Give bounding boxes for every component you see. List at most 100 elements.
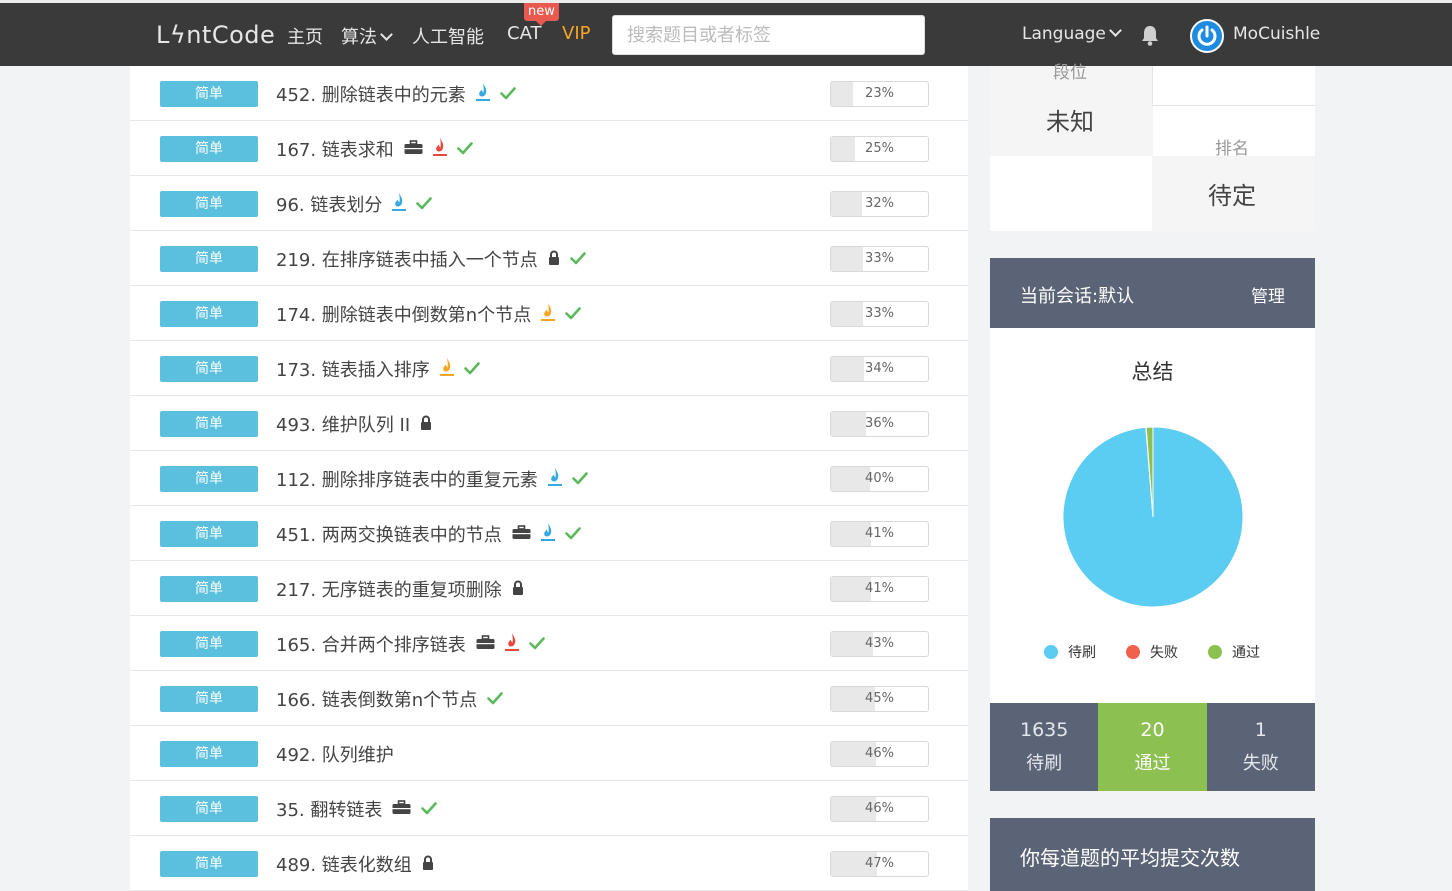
problem-title-link[interactable]: 489. 链表化数组 (276, 851, 434, 877)
flame-blue-icon (475, 82, 490, 107)
tier-value: 未知 (1046, 108, 1094, 136)
acceptance-rate-bar: 45% (830, 686, 929, 712)
problem-title: 167. 链表求和 (276, 140, 394, 161)
problem-title: 35. 翻转链表 (276, 800, 383, 821)
problem-title-link[interactable]: 493. 维护队列 II (276, 411, 432, 437)
check-icon (487, 689, 504, 710)
language-dropdown[interactable]: Language (1022, 24, 1122, 44)
problem-row[interactable]: 简单 112. 删除排序链表中的重复元素 40% (130, 451, 968, 506)
difficulty-badge: 简单 (160, 356, 258, 382)
acceptance-rate-text: 47% (865, 856, 894, 871)
problem-title-link[interactable]: 452. 删除链表中的元素 (276, 81, 516, 107)
problem-title-link[interactable]: 173. 链表插入排序 (276, 356, 480, 382)
lock-icon (422, 854, 434, 875)
legend-item-failed[interactable]: 失败 (1126, 642, 1178, 662)
problem-title-link[interactable]: 451. 两两交换链表中的节点 (276, 521, 581, 547)
problem-row[interactable]: 简单 35. 翻转链表 46% (130, 781, 968, 836)
difficulty-badge: 简单 (160, 246, 258, 272)
problem-row[interactable]: 简单 452. 删除链表中的元素 23% (130, 66, 968, 121)
nav-algorithm[interactable]: 算法 (341, 23, 393, 49)
problem-title-link[interactable]: 492. 队列维护 (276, 741, 394, 767)
acceptance-rate-text: 23% (865, 86, 894, 101)
problem-row[interactable]: 简单 217. 无序链表的重复项删除 41% (130, 561, 968, 616)
check-icon (572, 469, 588, 490)
stat-failed[interactable]: 1 失败 (1207, 703, 1315, 791)
problem-title-link[interactable]: 217. 无序链表的重复项删除 (276, 576, 524, 602)
avatar[interactable] (1190, 19, 1224, 53)
rank-value: 待定 (1208, 182, 1256, 210)
check-icon (500, 84, 516, 105)
legend-dot (1044, 645, 1058, 659)
problem-row[interactable]: 简单 219. 在排序链表中插入一个节点 33% (130, 231, 968, 286)
stat-pending[interactable]: 1635 待刷 (990, 703, 1098, 791)
problem-row[interactable]: 简单 173. 链表插入排序 34% (130, 341, 968, 396)
acceptance-rate-bar: 41% (830, 576, 929, 602)
problem-title-link[interactable]: 35. 翻转链表 (276, 796, 438, 822)
acceptance-rate-text: 43% (865, 636, 894, 651)
problem-row[interactable]: 简单 492. 队列维护 46% (130, 726, 968, 781)
legend-dot (1208, 645, 1222, 659)
problem-title-link[interactable]: 166. 链表倒数第n个节点 (276, 686, 504, 712)
difficulty-badge: 简单 (160, 851, 258, 877)
flame-blue-icon (547, 467, 562, 492)
problem-title-link[interactable]: 165. 合并两个排序链表 (276, 631, 545, 657)
stat-passed-count: 20 (1140, 719, 1165, 741)
problem-title: 217. 无序链表的重复项删除 (276, 580, 502, 601)
acceptance-rate-bar: 34% (830, 356, 929, 382)
nav-home[interactable]: 主页 (287, 23, 323, 49)
problem-title-link[interactable]: 112. 删除排序链表中的重复元素 (276, 466, 588, 492)
username[interactable]: MoCuishle (1233, 24, 1320, 44)
avg-submissions-panel: 你每道题的平均提交次数 (990, 818, 1315, 891)
problem-title: 166. 链表倒数第n个节点 (276, 690, 478, 711)
legend-item-passed[interactable]: 通过 (1208, 642, 1260, 662)
acceptance-rate-text: 33% (865, 251, 894, 266)
problem-title: 112. 删除排序链表中的重复元素 (276, 470, 538, 491)
difficulty-badge: 简单 (160, 466, 258, 492)
flame-red-icon (504, 632, 519, 657)
problem-title-link[interactable]: 219. 在排序链表中插入一个节点 (276, 246, 586, 272)
stat-pending-label: 待刷 (1026, 753, 1063, 774)
briefcase-icon (392, 799, 411, 820)
stat-passed[interactable]: 20 通过 (1098, 703, 1207, 791)
flame-blue-icon (540, 522, 555, 547)
problem-row[interactable]: 简单 493. 维护队列 II 36% (130, 396, 968, 451)
acceptance-rate-bar: 32% (830, 191, 929, 217)
bell-icon[interactable] (1140, 25, 1160, 47)
problem-title-link[interactable]: 167. 链表求和 (276, 136, 473, 162)
legend-item-pending[interactable]: 待刷 (1044, 642, 1096, 662)
nav-vip[interactable]: VIP (562, 23, 590, 44)
search-input[interactable] (612, 15, 925, 55)
acceptance-rate-text: 32% (865, 196, 894, 211)
acceptance-rate-text: 25% (865, 141, 894, 156)
problem-title-link[interactable]: 96. 链表划分 (276, 191, 433, 217)
acceptance-rate-bar: 36% (830, 411, 929, 437)
problem-row[interactable]: 简单 489. 链表化数组 47% (130, 836, 968, 891)
rank-cell: 待定 (1152, 156, 1315, 231)
manage-link[interactable]: 管理 (1251, 282, 1285, 307)
problem-row[interactable]: 简单 167. 链表求和 25% (130, 121, 968, 176)
rank-divider (1152, 66, 1315, 106)
problem-row[interactable]: 简单 174. 删除链表中倒数第n个节点 33% (130, 286, 968, 341)
summary-title: 总结 (1131, 360, 1174, 384)
problem-row[interactable]: 简单 166. 链表倒数第n个节点 45% (130, 671, 968, 726)
acceptance-rate-text: 46% (865, 801, 894, 816)
stat-pending-count: 1635 (1019, 719, 1069, 741)
problem-title: 452. 删除链表中的元素 (276, 85, 466, 106)
briefcase-icon (512, 524, 531, 545)
lintcode-logo[interactable]: LϟntCode (156, 21, 275, 49)
difficulty-badge: 简单 (160, 796, 258, 822)
difficulty-badge: 简单 (160, 521, 258, 547)
problem-row[interactable]: 简单 96. 链表划分 32% (130, 176, 968, 231)
problem-title-link[interactable]: 174. 删除链表中倒数第n个节点 (276, 301, 582, 327)
acceptance-rate-text: 45% (865, 691, 894, 706)
legend-label: 待刷 (1068, 645, 1096, 661)
nav-cat[interactable]: CAT (507, 23, 541, 44)
stat-failed-count: 1 (1254, 719, 1267, 741)
problem-row[interactable]: 简单 451. 两两交换链表中的节点 41% (130, 506, 968, 561)
problem-title: 219. 在排序链表中插入一个节点 (276, 250, 538, 271)
nav-ai[interactable]: 人工智能 (412, 23, 484, 49)
problem-title: 493. 维护队列 II (276, 415, 411, 436)
problem-row[interactable]: 简单 165. 合并两个排序链表 43% (130, 616, 968, 671)
session-header: 当前会话:默认 管理 (990, 258, 1315, 328)
briefcase-icon (404, 139, 423, 160)
